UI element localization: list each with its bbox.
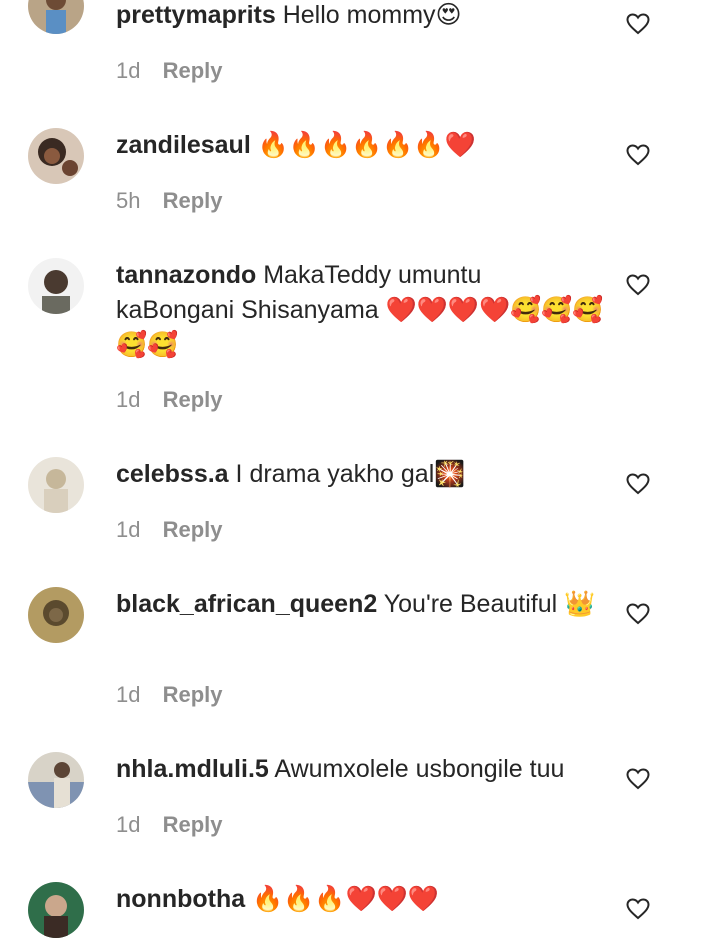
- comment-username[interactable]: tannazondo: [116, 261, 256, 289]
- comment-meta: 1d Reply: [116, 516, 223, 544]
- comment-body: black_african_queen2 You're Beautiful 👑: [116, 587, 606, 622]
- avatar[interactable]: [28, 587, 84, 643]
- reply-button[interactable]: Reply: [163, 188, 223, 213]
- comment-time: 1d: [116, 58, 141, 83]
- reply-button[interactable]: Reply: [163, 58, 223, 83]
- comment-meta: 5h Reply: [116, 187, 223, 215]
- comment-body: zandilesaul 🔥🔥🔥🔥🔥🔥❤️: [116, 128, 606, 163]
- reply-button[interactable]: Reply: [163, 682, 223, 707]
- comment-body: tannazondo MakaTeddy umuntu kaBongani Sh…: [116, 258, 606, 363]
- comment-meta: 1d Reply: [116, 681, 223, 709]
- comment-body: nonnbotha 🔥🔥🔥❤️❤️❤️: [116, 882, 606, 917]
- like-heart-icon[interactable]: [626, 144, 650, 166]
- comment-body: nhla.mdluli.5 Awumxolele usbongile tuu: [116, 752, 606, 787]
- like-heart-icon[interactable]: [626, 898, 650, 920]
- comment-username[interactable]: nhla.mdluli.5: [116, 755, 269, 783]
- avatar[interactable]: [28, 457, 84, 513]
- comment-time: 1d: [116, 682, 141, 707]
- like-heart-icon[interactable]: [626, 768, 650, 790]
- comment-text: You're Beautiful 👑: [383, 590, 596, 618]
- comment-text: 🔥🔥🔥❤️❤️❤️: [252, 885, 439, 913]
- reply-button[interactable]: Reply: [163, 387, 223, 412]
- comment-meta: 1d Reply: [116, 386, 223, 414]
- comment-time: 1d: [116, 517, 141, 542]
- like-heart-icon[interactable]: [626, 13, 650, 35]
- avatar[interactable]: [28, 258, 84, 314]
- comment-text: I drama yakho gal🎇: [235, 460, 466, 488]
- like-heart-icon[interactable]: [626, 603, 650, 625]
- comment-text: Awumxolele usbongile tuu: [274, 755, 565, 783]
- reply-button[interactable]: Reply: [163, 517, 223, 542]
- comment-time: 5h: [116, 188, 141, 213]
- avatar[interactable]: [28, 0, 84, 34]
- comment-time: 1d: [116, 812, 141, 837]
- comment-username[interactable]: celebss.a: [116, 460, 229, 488]
- like-heart-icon[interactable]: [626, 473, 650, 495]
- avatar[interactable]: [28, 128, 84, 184]
- comment-body: prettymaprits Hello mommy😍: [116, 0, 606, 33]
- comment-time: 1d: [116, 387, 141, 412]
- comment-username[interactable]: nonnbotha: [116, 885, 245, 913]
- like-heart-icon[interactable]: [626, 274, 650, 296]
- avatar[interactable]: [28, 882, 84, 938]
- comment-username[interactable]: black_african_queen2: [116, 590, 377, 618]
- reply-button[interactable]: Reply: [163, 812, 223, 837]
- comment-text: Hello mommy😍: [282, 1, 462, 29]
- comment-meta: 1d Reply: [116, 811, 223, 839]
- comment-username[interactable]: prettymaprits: [116, 1, 276, 29]
- comment-meta: 1d Reply: [116, 57, 223, 85]
- comment-text: 🔥🔥🔥🔥🔥🔥❤️: [257, 131, 476, 159]
- comment-username[interactable]: zandilesaul: [116, 131, 251, 159]
- avatar[interactable]: [28, 752, 84, 808]
- comment-body: celebss.a I drama yakho gal🎇: [116, 457, 606, 492]
